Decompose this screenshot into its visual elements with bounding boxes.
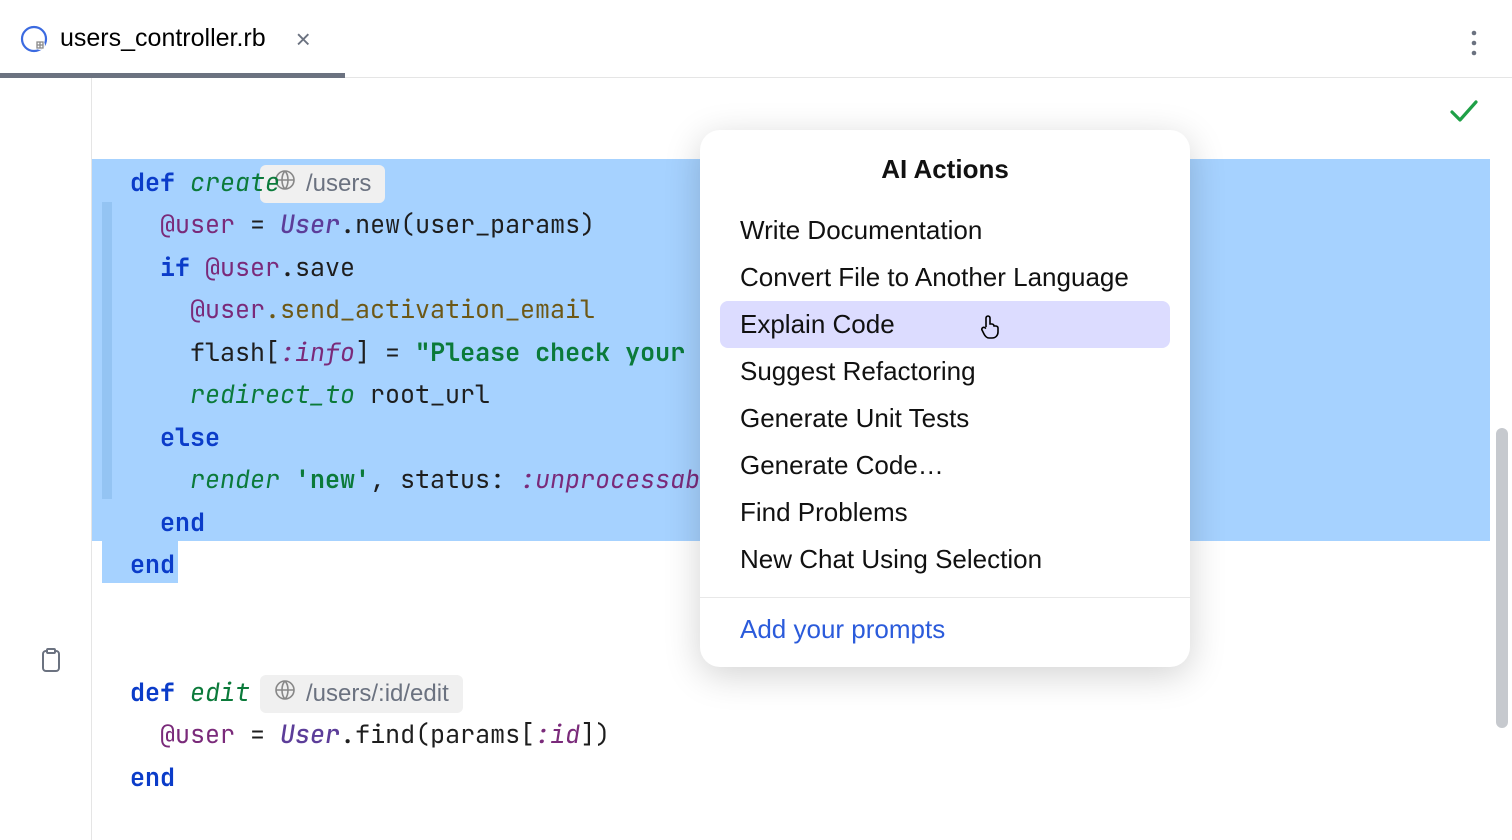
tab-overflow-icon[interactable] [1471,30,1477,61]
add-your-prompts-link[interactable]: Add your prompts [700,598,1190,667]
ai-action-suggest-refactoring[interactable]: Suggest Refactoring [720,348,1170,395]
ai-actions-popup: AI Actions Write Documentation Convert F… [700,130,1190,667]
gutter [0,78,92,840]
tab-bar: users_controller.rb × [0,0,1512,78]
close-tab-icon[interactable]: × [296,26,311,52]
popup-item-list: Write Documentation Convert File to Anot… [700,207,1190,597]
ai-action-generate-code[interactable]: Generate Code… [720,442,1170,489]
pointer-cursor-icon [978,313,1002,345]
ai-action-generate-unit-tests[interactable]: Generate Unit Tests [720,395,1170,442]
ai-action-find-problems[interactable]: Find Problems [720,489,1170,536]
editor-tab[interactable]: users_controller.rb × [0,0,331,77]
globe-icon [274,673,296,716]
route-badge[interactable]: /users/:id/edit [260,675,463,713]
tab-filename: users_controller.rb [60,24,266,53]
ai-action-write-documentation[interactable]: Write Documentation [720,207,1170,254]
ai-action-explain-code[interactable]: Explain Code [720,301,1170,348]
ruby-file-icon [20,25,48,53]
route-path: /users [306,163,371,206]
ai-action-convert-file[interactable]: Convert File to Another Language [720,254,1170,301]
route-path: /users/:id/edit [306,673,449,716]
popup-title: AI Actions [700,130,1190,207]
ai-action-new-chat[interactable]: New Chat Using Selection [720,536,1170,583]
clipboard-icon[interactable] [40,648,62,679]
